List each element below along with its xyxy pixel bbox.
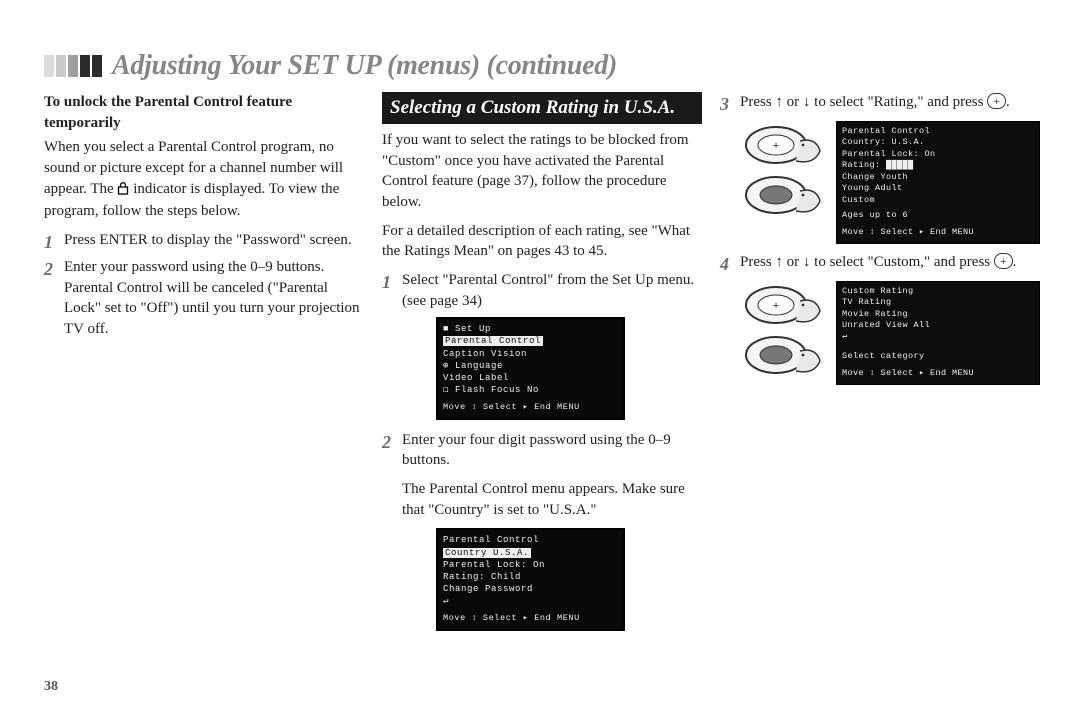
osd-setup-menu: ■ Set Up Parental Control Caption Vision… [436,317,625,419]
col3-step-3: Press ↑ or ↓ to select "Rating," and pre… [720,92,1040,244]
osd-parental-menu: Parental Control Country U.S.A. Parental… [436,528,625,630]
column-1: To unlock the Parental Control feature t… [44,92,364,641]
col2-p2: For a detailed description of each ratin… [382,221,702,262]
plus-button-icon: + [987,93,1006,109]
remote-illustration: + [740,281,830,379]
col1-step-2: Enter your password using the 0–9 button… [44,257,364,340]
osd-rating-select: Parental Control Country: U.S.A. Parenta… [836,121,1040,244]
col2-p1: If you want to select the ratings to be … [382,130,702,213]
column-3: Press ↑ or ↓ to select "Rating," and pre… [720,92,1040,641]
col2-step-2: Enter your four digit password using the… [382,430,702,631]
section-box-custom-rating: Selecting a Custom Rating in U.S.A. [382,92,702,124]
page-header: Adjusting Your SET UP (menus) (continued… [44,50,1040,82]
page-number: 38 [44,679,58,695]
subhead-unlock: To unlock the Parental Control feature t… [44,92,364,133]
plus-button-icon: + [994,253,1013,269]
col1-intro: When you select a Parental Control progr… [44,137,364,222]
col3-step-4: Press ↑ or ↓ to select "Custom," and pre… [720,252,1040,385]
col1-step-1: Press ENTER to display the "Password" sc… [44,230,364,251]
osd-custom-rating: Custom Rating TV Rating Movie Rating Unr… [836,281,1040,385]
remote-illustration: + [740,121,830,219]
lock-icon [117,181,129,202]
column-2: Selecting a Custom Rating in U.S.A. If y… [382,92,702,641]
svg-text:+: + [773,138,780,152]
header-decor-bars [44,55,104,77]
page-title: Adjusting Your SET UP (menus) (continued… [112,50,617,82]
col2-step-1: Select "Parental Control" from the Set U… [382,270,702,420]
svg-text:+: + [773,298,780,312]
